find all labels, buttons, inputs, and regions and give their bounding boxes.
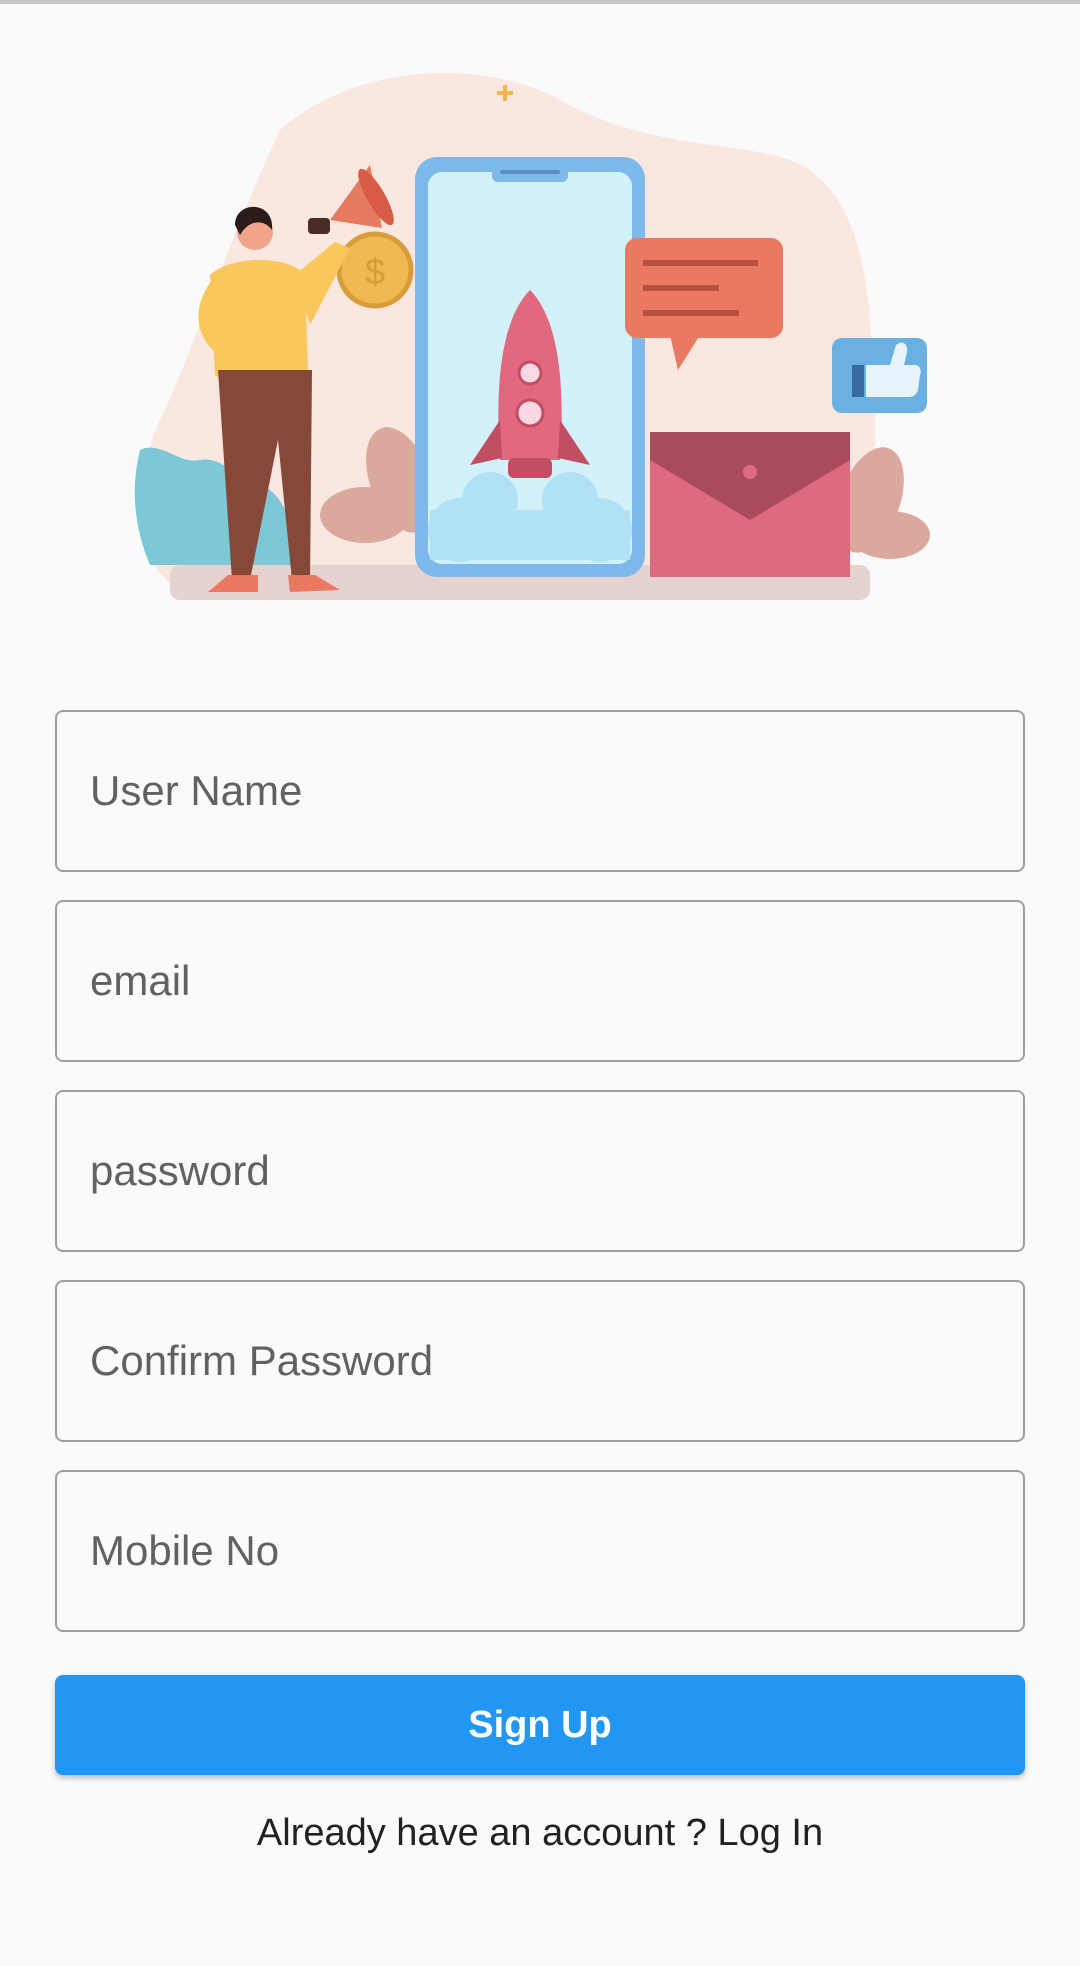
username-field[interactable] xyxy=(55,710,1025,872)
confirm-password-input[interactable] xyxy=(88,1336,1023,1386)
password-input[interactable] xyxy=(88,1146,1023,1196)
email-input[interactable] xyxy=(88,956,1023,1006)
coin-icon: $ xyxy=(336,231,414,309)
email-field[interactable] xyxy=(55,900,1025,1062)
hero-illustration: $ xyxy=(130,60,960,620)
rocket-launch-illustration: $ xyxy=(134,72,930,601)
signup-form xyxy=(55,710,1025,1660)
thumbs-up-icon xyxy=(832,338,927,413)
username-input[interactable] xyxy=(88,766,1023,816)
password-field[interactable] xyxy=(55,1090,1025,1252)
confirm-password-field[interactable] xyxy=(55,1280,1025,1442)
login-link[interactable]: Already have an account ? Log In xyxy=(0,1812,1080,1855)
coin-symbol: $ xyxy=(365,251,385,292)
envelope-icon xyxy=(650,432,850,577)
mobile-input[interactable] xyxy=(88,1526,1023,1576)
sign-up-button[interactable]: Sign Up xyxy=(55,1675,1025,1775)
top-divider xyxy=(0,0,1080,4)
mobile-field[interactable] xyxy=(55,1470,1025,1632)
